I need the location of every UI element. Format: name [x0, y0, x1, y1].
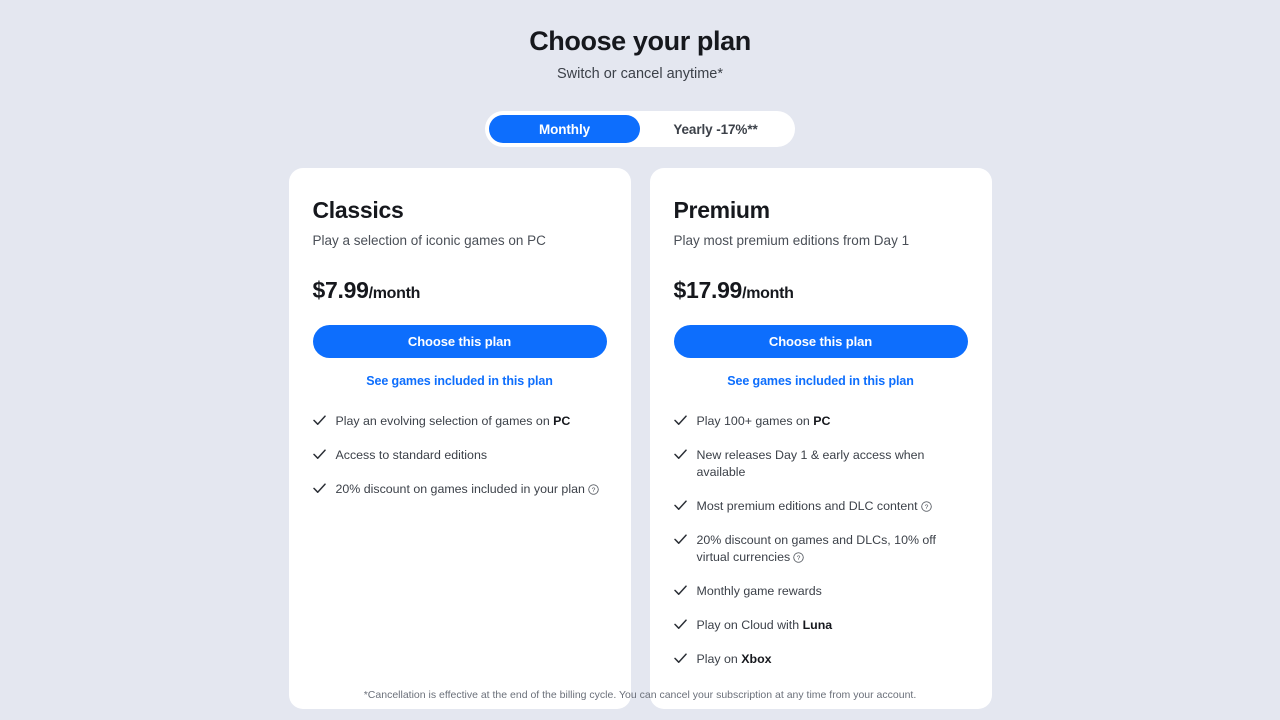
- svg-text:?: ?: [924, 504, 928, 511]
- check-icon: [312, 415, 326, 426]
- feature-text: Play on Cloud with Luna: [696, 618, 833, 632]
- check-icon: [673, 534, 687, 545]
- check-icon: [673, 415, 687, 426]
- plan-tagline: Play a selection of iconic games on PC: [312, 233, 546, 248]
- feature-list-premium: Play 100+ games on PC New releases Day 1…: [673, 413, 968, 668]
- plan-price: $7.99: [312, 277, 369, 303]
- plan-price: $17.99: [673, 277, 743, 303]
- plan-price-period: /month: [742, 285, 794, 302]
- check-icon: [673, 653, 687, 664]
- feature-item: 20% discount on games and DLCs, 10% off …: [673, 532, 968, 566]
- plan-card-classics: Classics Play a selection of iconic game…: [288, 168, 631, 709]
- billing-toggle-yearly[interactable]: Yearly -17%**: [640, 115, 791, 143]
- check-icon: [673, 619, 687, 630]
- pricing-page: Choose your plan Switch or cancel anytim…: [0, 0, 1280, 720]
- billing-toggle-monthly[interactable]: Monthly: [489, 115, 640, 143]
- plan-name: Classics: [312, 197, 404, 223]
- check-icon: [312, 483, 326, 494]
- feature-text: Play on Xbox: [696, 652, 772, 666]
- page-header: Choose your plan Switch or cancel anytim…: [0, 0, 1280, 84]
- check-icon: [673, 449, 687, 460]
- svg-text:?: ?: [591, 487, 595, 494]
- footnote: *Cancellation is effective at the end of…: [363, 689, 917, 701]
- plan-price-period: /month: [368, 285, 421, 302]
- plan-price-row: $7.99/month: [313, 277, 607, 304]
- check-icon: [673, 585, 687, 596]
- feature-text: Play 100+ games on PC: [696, 414, 831, 428]
- feature-item: New releases Day 1 & early access when a…: [673, 447, 968, 481]
- feature-text: Monthly game rewards: [696, 584, 822, 598]
- billing-toggle[interactable]: Monthly Yearly -17%**: [485, 111, 795, 147]
- feature-item: Play on Xbox: [673, 651, 968, 668]
- feature-item: Play on Cloud with Luna: [673, 617, 968, 634]
- info-question-icon[interactable]: ?: [793, 552, 804, 563]
- feature-text: 20% discount on games and DLCs, 10% off …: [696, 533, 936, 564]
- page-subtitle: Switch or cancel anytime*: [556, 66, 723, 82]
- feature-item: Play 100+ games on PC: [673, 413, 968, 430]
- info-question-icon[interactable]: ?: [588, 484, 599, 495]
- feature-text: Play an evolving selection of games on P…: [335, 414, 571, 428]
- feature-text: Most premium editions and DLC content?: [697, 498, 932, 515]
- feature-text: 20% discount on games included in your p…: [336, 481, 599, 498]
- choose-plan-button-premium[interactable]: Choose this plan: [673, 325, 968, 358]
- svg-text:?: ?: [797, 555, 801, 562]
- feature-item: Play an evolving selection of games on P…: [312, 413, 607, 430]
- check-icon: [673, 500, 687, 511]
- billing-toggle-container: Monthly Yearly -17%**: [0, 111, 1280, 147]
- feature-item: Access to standard editions: [312, 447, 607, 464]
- see-games-link-premium[interactable]: See games included in this plan: [674, 374, 968, 388]
- feature-text: Access to standard editions: [335, 448, 488, 462]
- plan-price-row: $17.99/month: [674, 277, 968, 304]
- feature-item: Most premium editions and DLC content?: [673, 498, 968, 515]
- feature-list-classics: Play an evolving selection of games on P…: [312, 413, 607, 498]
- plan-card-premium: Premium Play most premium editions from …: [649, 168, 992, 709]
- plan-cards: Classics Play a selection of iconic game…: [0, 168, 1280, 709]
- plan-name: Premium: [673, 197, 771, 223]
- feature-text: New releases Day 1 & early access when a…: [696, 448, 925, 479]
- see-games-link-classics[interactable]: See games included in this plan: [313, 374, 607, 388]
- plan-tagline: Play most premium editions from Day 1: [673, 233, 910, 248]
- check-icon: [312, 449, 326, 460]
- feature-item: Monthly game rewards: [673, 583, 968, 600]
- feature-item: 20% discount on games included in your p…: [312, 481, 607, 498]
- page-title: Choose your plan: [529, 26, 751, 56]
- choose-plan-button-classics[interactable]: Choose this plan: [312, 325, 607, 358]
- info-question-icon[interactable]: ?: [920, 501, 932, 512]
